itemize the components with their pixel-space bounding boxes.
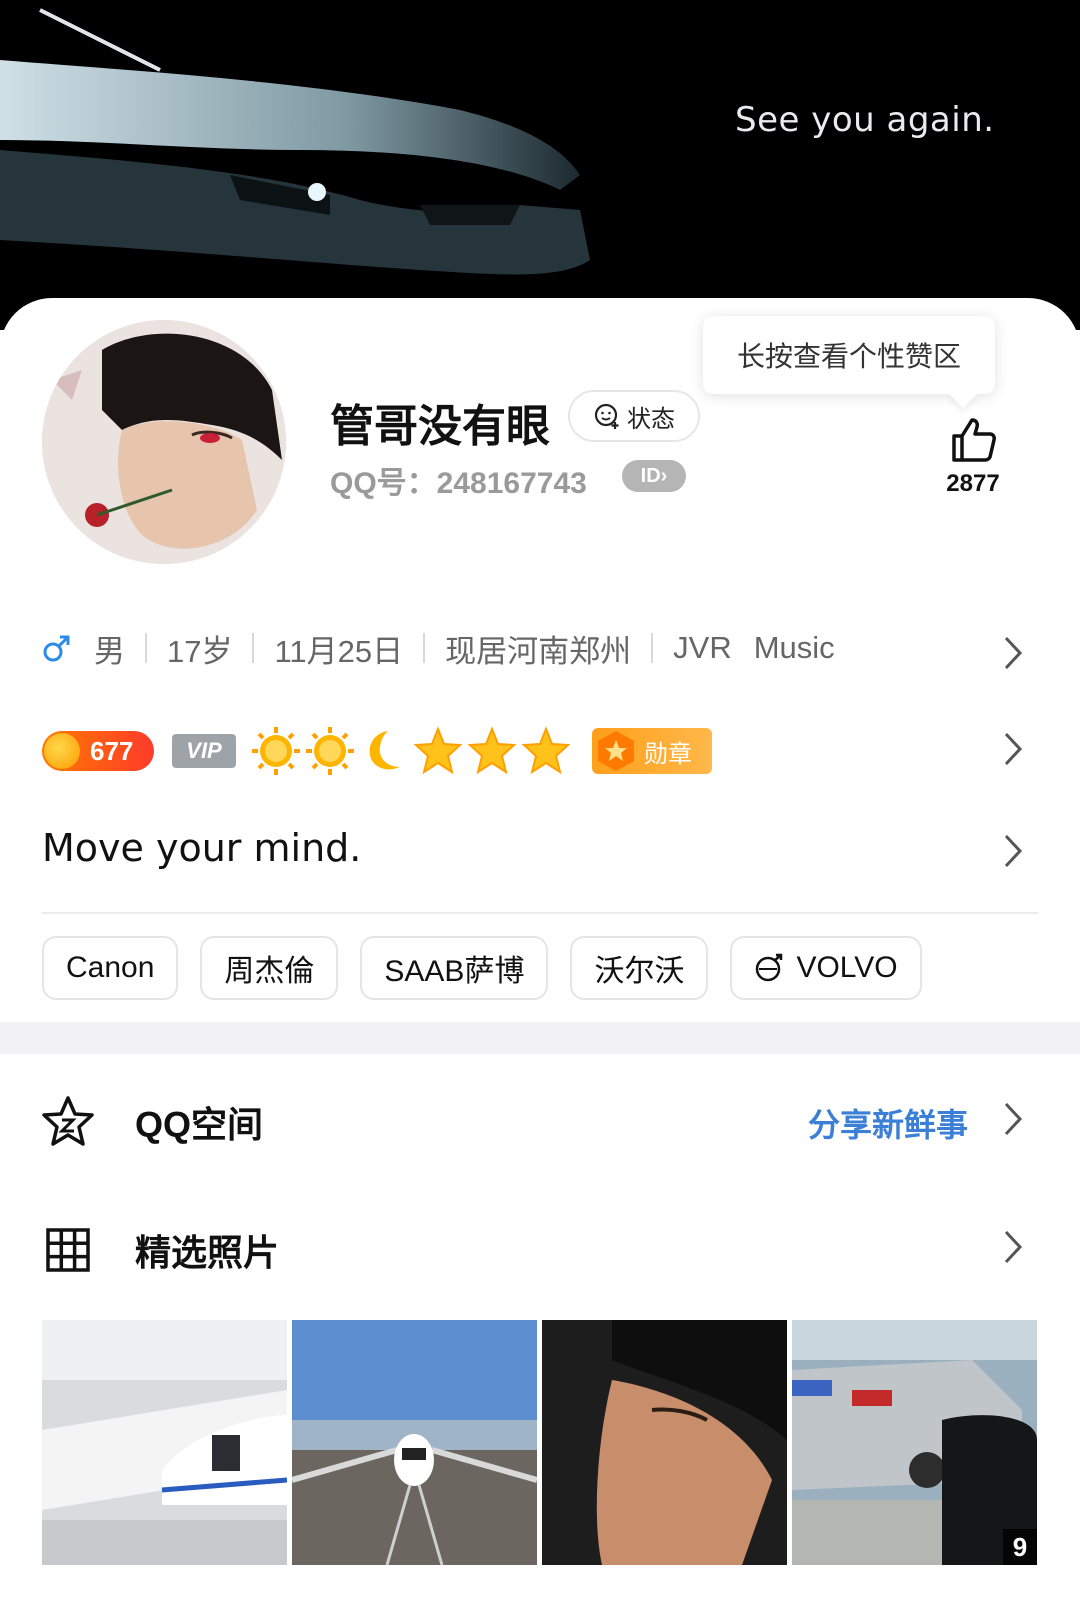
car-illustration [0, 8, 590, 275]
extra-text-music: Music [753, 630, 835, 665]
tag-label: VOLVO [796, 951, 898, 984]
chevron-right-icon[interactable] [1002, 634, 1024, 672]
featured-photos-label: 精选照片 [135, 1232, 280, 1273]
chevron-right-icon[interactable] [1002, 730, 1024, 768]
star-icon [521, 726, 571, 775]
share-news-link[interactable]: 分享新鲜事 [808, 1100, 968, 1146]
photo-thumbnail[interactable] [542, 1320, 787, 1565]
badges-row[interactable]: 677 VIP 勋章 [42, 722, 712, 780]
portrait-photo [542, 1320, 787, 1565]
moon-icon [369, 731, 400, 770]
level-badge: 677 [42, 731, 154, 771]
profile-info-row[interactable]: 男 17岁 11月25日 现居河南郑州 JVR Music [42, 620, 835, 676]
birthday-text: 11月25日 [274, 633, 404, 669]
status-button[interactable]: 状态 [568, 390, 700, 442]
chevron-right-icon [1004, 1102, 1023, 1136]
male-icon [43, 635, 70, 662]
id-badge-button[interactable]: ID › [622, 460, 686, 492]
level-icons [252, 726, 571, 775]
signature-text[interactable]: Move your mind. [42, 826, 361, 870]
tag-canon[interactable]: Canon [42, 936, 179, 1000]
photo-thumbnail[interactable]: 9 [792, 1320, 1037, 1565]
coin-icon [44, 733, 80, 769]
thumbs-up-icon[interactable] [946, 414, 998, 466]
cars-photo [792, 1320, 1037, 1565]
like-count: 2877 [946, 470, 1000, 497]
location-text: 现居河南郑州 [445, 633, 632, 669]
tag-volvo-cn[interactable]: 沃尔沃 [570, 936, 709, 1000]
tag-label: 沃尔沃 [594, 955, 685, 988]
divider [145, 633, 147, 663]
vip-badge: VIP [172, 734, 236, 768]
photo-grid: 9 [42, 1320, 1037, 1565]
medal-icon [598, 731, 634, 771]
chevron-right-icon: › [660, 464, 668, 487]
grid-icon [46, 1228, 90, 1272]
tag-label: Canon [66, 951, 155, 984]
sun-icon [252, 727, 300, 775]
star-icon [413, 726, 463, 775]
chevron-right-icon [1004, 1230, 1023, 1264]
avatar[interactable] [42, 320, 286, 564]
divider [252, 633, 255, 663]
medal-badge: 勋章 [592, 728, 712, 774]
avatar-image [42, 320, 286, 564]
divider [423, 633, 426, 663]
train-tracks-photo [292, 1320, 537, 1565]
qzone-row[interactable]: QQ空间 分享新鲜事 [0, 1070, 1080, 1170]
divider [651, 633, 654, 663]
status-add-icon [594, 403, 619, 429]
volvo-logo-icon [756, 953, 783, 982]
extra-text-jvr: JVR [673, 630, 732, 665]
tag-label: SAAB萨博 [384, 955, 525, 988]
more-photos-count: 9 [1003, 1529, 1037, 1565]
qzone-label: QQ空间 [135, 1104, 264, 1145]
tag-label: 周杰倫 [224, 955, 315, 988]
divider [42, 912, 1038, 914]
chevron-right-icon[interactable] [1002, 832, 1024, 870]
section-separator [0, 1022, 1080, 1054]
sun-icon [306, 727, 354, 775]
qzone-star-icon [42, 1096, 94, 1146]
featured-photos-row[interactable]: 精选照片 [0, 1198, 1080, 1298]
profile-name: 管哥没有眼 [330, 402, 550, 451]
interest-tags: Canon 周杰倫 SAAB萨博 沃尔沃 VOLVO [42, 936, 922, 1000]
cover-image[interactable]: See you again. [0, 0, 1080, 330]
age-text: 17岁 [167, 633, 233, 669]
status-label: 状态 [627, 405, 675, 433]
photo-thumbnail[interactable] [292, 1320, 537, 1565]
tag-jay-chou[interactable]: 周杰倫 [200, 936, 339, 1000]
level-number: 677 [90, 736, 134, 766]
gender-text: 男 [94, 633, 125, 669]
photo-thumbnail[interactable] [42, 1320, 287, 1565]
qq-number: QQ号：248167743 [330, 467, 587, 500]
cover-tagline: See you again. [735, 100, 995, 140]
tag-volvo[interactable]: VOLVO [730, 936, 922, 1000]
star-icon [467, 726, 517, 775]
id-badge-label: ID [640, 464, 661, 487]
train-station-photo [42, 1320, 287, 1565]
tag-saab[interactable]: SAAB萨博 [360, 936, 549, 1000]
like-zone-tooltip: 长按查看个性赞区 [703, 316, 995, 394]
medal-label: 勋章 [644, 740, 692, 768]
